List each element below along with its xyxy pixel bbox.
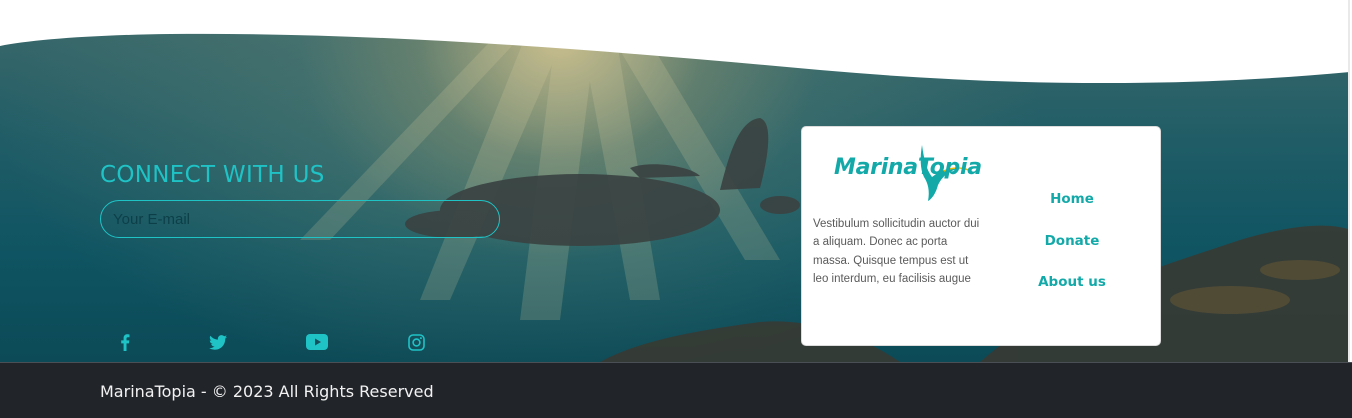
connect-heading: CONNECT WITH US — [100, 162, 325, 188]
footer-bar: MarinaTopia - © 2023 All Rights Reserved — [0, 362, 1352, 418]
footer-info-card: MarinaTopia Vestibulum sollicitudin auct… — [801, 126, 1161, 346]
nav-link-about-us[interactable]: About us — [992, 274, 1152, 290]
nav-link-home[interactable]: Home — [992, 191, 1152, 207]
top-wave-divider — [0, 0, 1350, 84]
marinatopia-logo[interactable]: MarinaTopia — [832, 141, 982, 201]
nav-link-donate[interactable]: Donate — [992, 233, 1152, 249]
scrollbar-track[interactable] — [1348, 0, 1350, 362]
card-description: Vestibulum sollicitudin auctor dui a ali… — [813, 218, 980, 285]
facebook-icon[interactable] — [113, 332, 137, 352]
youtube-icon[interactable] — [305, 332, 329, 352]
instagram-icon[interactable] — [404, 332, 428, 352]
twitter-icon[interactable] — [206, 332, 230, 352]
logo-wordmark: MarinaTopia — [834, 155, 982, 180]
copyright-text: MarinaTopia - © 2023 All Rights Reserved — [100, 382, 434, 401]
footer-nav: Home Donate About us — [992, 127, 1152, 347]
email-input[interactable] — [100, 200, 500, 238]
